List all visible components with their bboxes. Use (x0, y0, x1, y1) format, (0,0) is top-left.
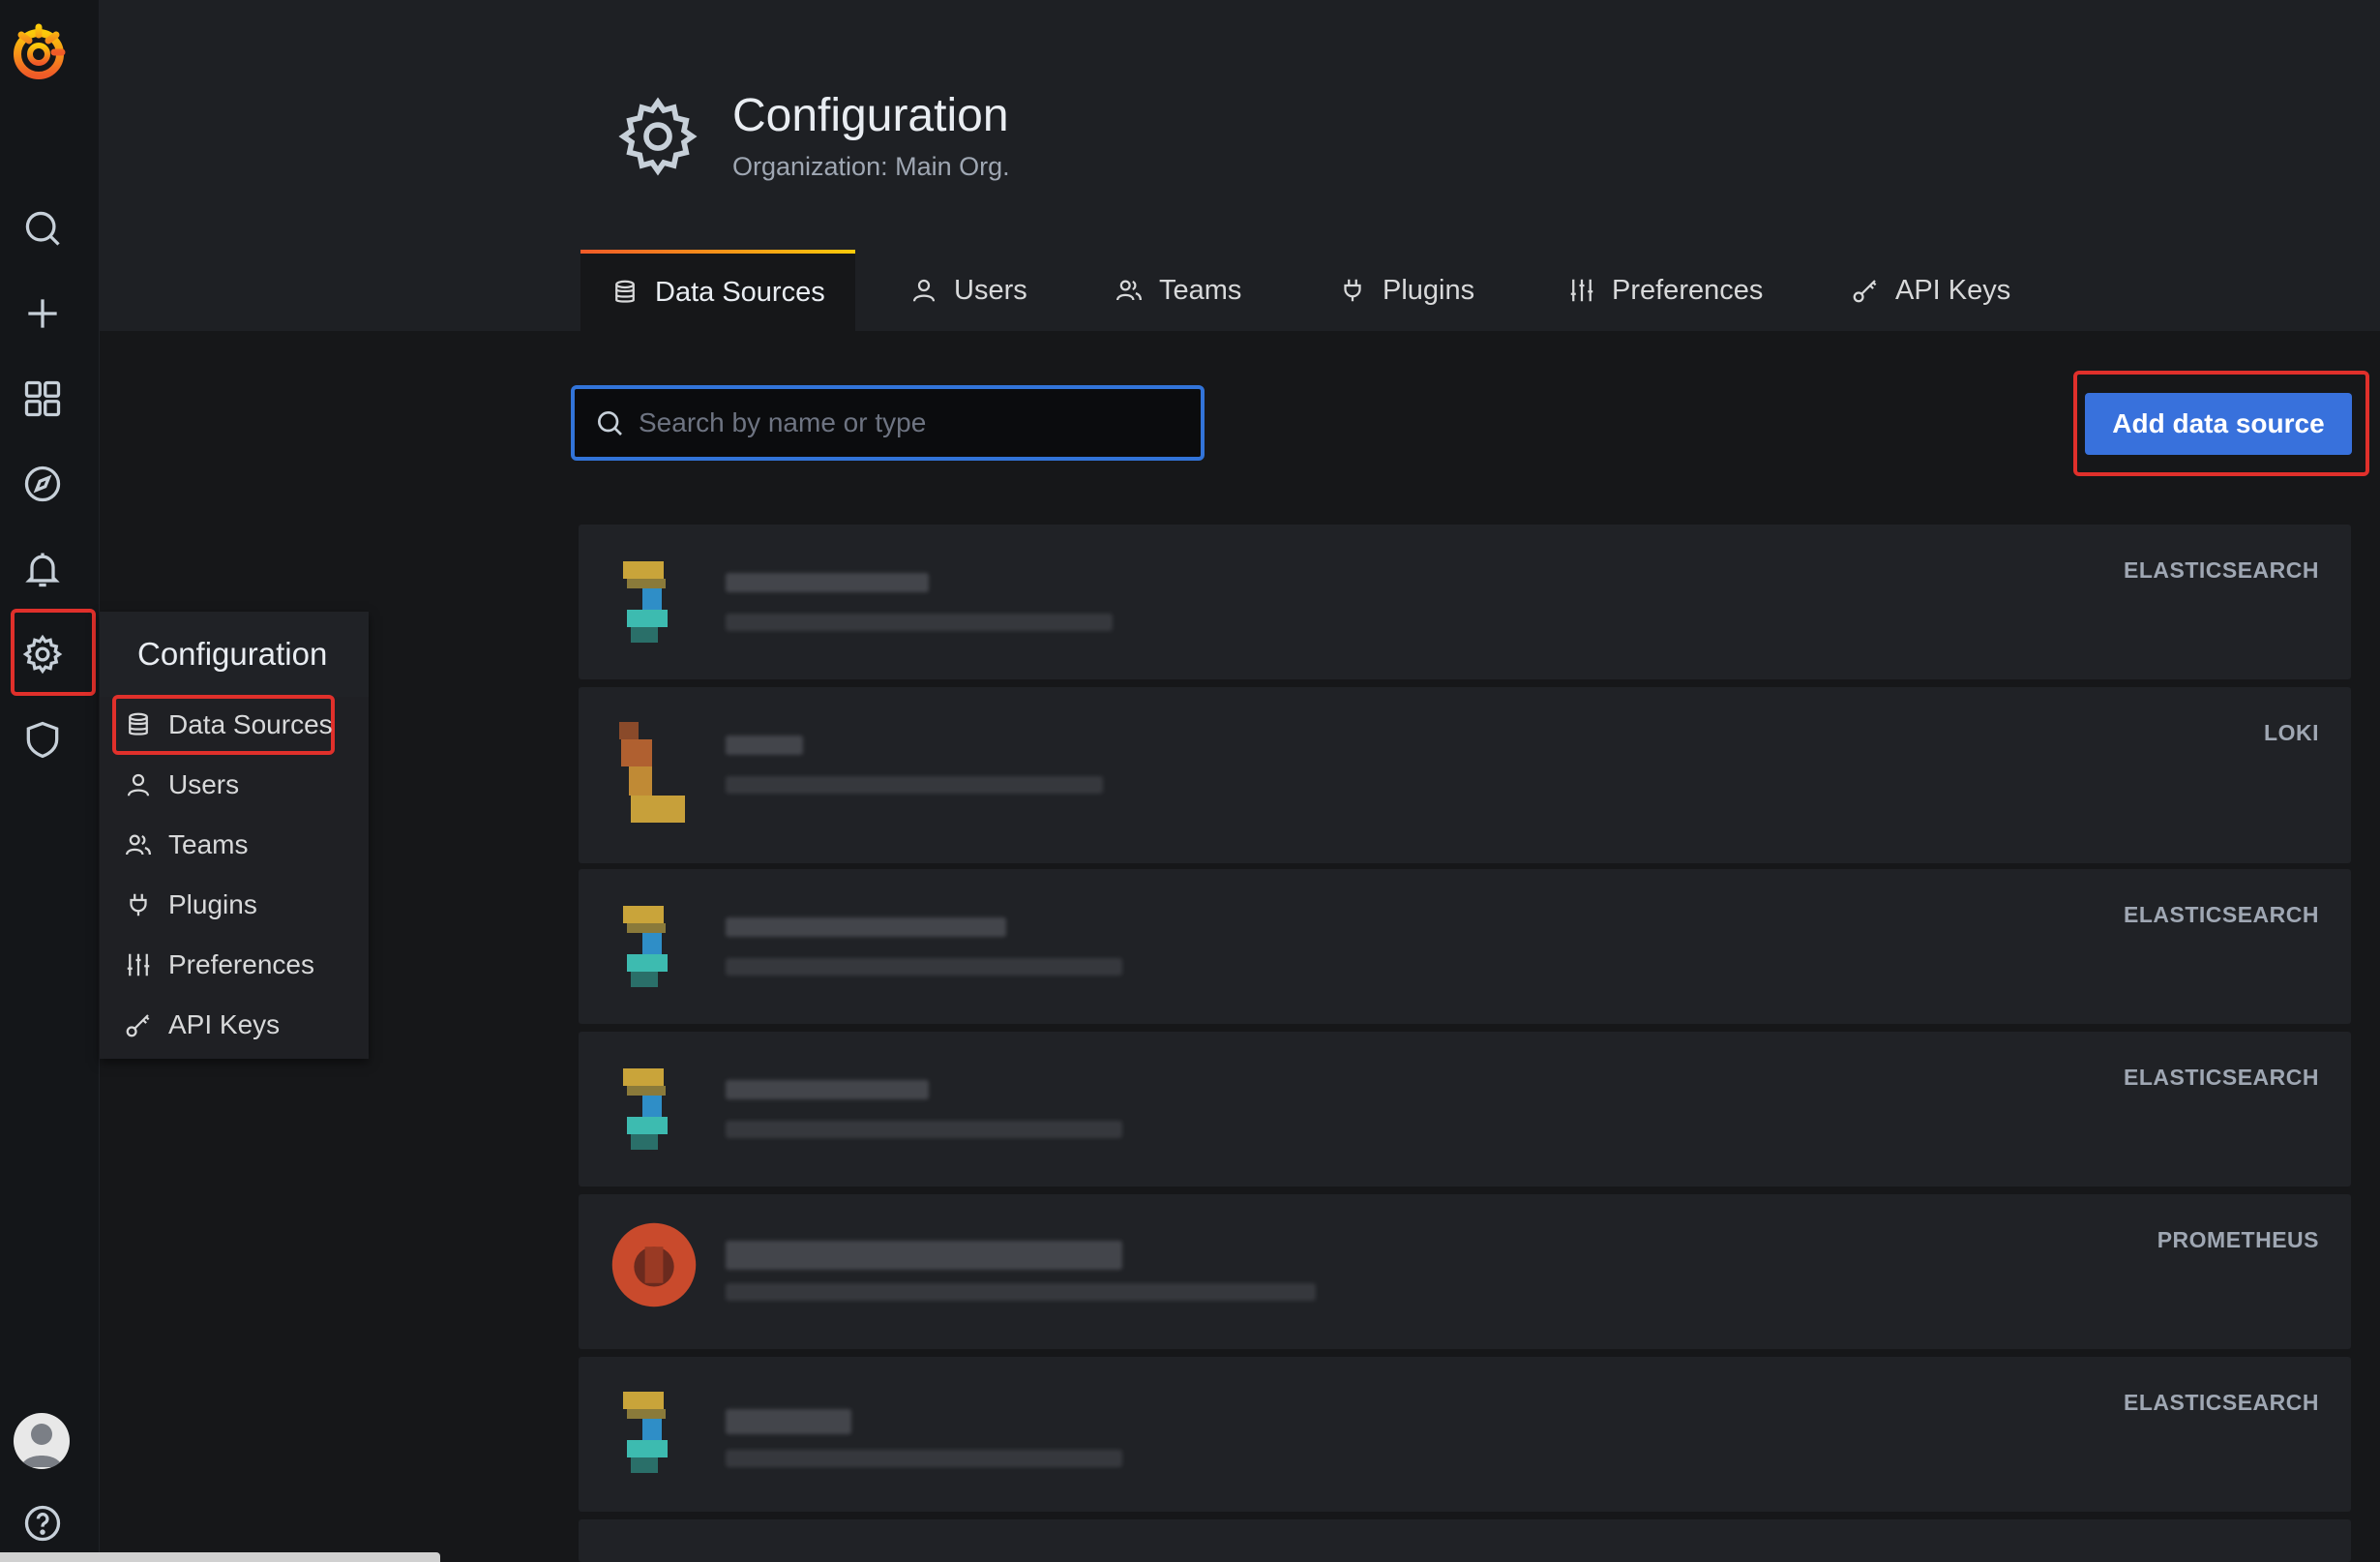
elasticsearch-logo (623, 561, 668, 643)
datasource-card[interactable]: LOKI (579, 687, 2351, 863)
datasource-name-redacted (726, 736, 803, 755)
elasticsearch-logo (623, 906, 668, 987)
users-icon (1116, 280, 1142, 301)
datasource-name-redacted (726, 917, 1006, 937)
datasource-url-redacted (726, 614, 1113, 631)
sliders-icon (1570, 279, 1593, 302)
tab-preferences[interactable]: Preferences (1567, 250, 1763, 331)
datasource-type: LOKI (2264, 720, 2319, 745)
tab-label: Plugins (1383, 274, 1475, 306)
datasource-name-redacted (726, 1080, 929, 1099)
datasource-card[interactable] (579, 1519, 2351, 1562)
plus-icon[interactable] (17, 288, 68, 339)
elasticsearch-logo (623, 1068, 668, 1150)
gear-icon (614, 93, 701, 180)
help-icon[interactable] (17, 1498, 68, 1548)
key-icon (1853, 280, 1877, 303)
datasource-card[interactable]: ELASTICSEARCH (579, 1032, 2351, 1187)
flyout-item-label: Users (168, 769, 240, 799)
sidebar (0, 0, 100, 1562)
prometheus-logo (611, 1222, 697, 1307)
sliders-icon (127, 953, 150, 976)
configuration-flyout-menu: Configuration Data Sources Users Teams P… (100, 612, 369, 1059)
flyout-item-label: Plugins (168, 889, 257, 919)
flyout-item-label: Data Sources (168, 709, 333, 739)
datasource-type: ELASTICSEARCH (2123, 1390, 2319, 1415)
datasource-type: PROMETHEUS (2157, 1227, 2319, 1252)
datasource-type: ELASTICSEARCH (2123, 1065, 2319, 1090)
datasource-name-redacted (726, 1409, 851, 1434)
add-data-source-button[interactable]: Add data source (2085, 393, 2352, 455)
tab-label: Users (954, 274, 1027, 306)
explore-icon[interactable] (17, 459, 68, 509)
flyout-item-users[interactable]: Users (120, 758, 352, 812)
user-icon (912, 279, 936, 302)
tab-teams[interactable]: Teams (1115, 250, 1241, 331)
horizontal-scrollbar[interactable] (0, 1552, 440, 1562)
datasource-type: ELASTICSEARCH (2123, 557, 2319, 583)
grafana-logo[interactable] (8, 21, 70, 83)
search-icon[interactable] (17, 203, 68, 254)
search-icon (598, 411, 622, 436)
tab-data-sources[interactable]: Data Sources (580, 250, 855, 331)
datasource-type: ELASTICSEARCH (2123, 902, 2319, 927)
datasource-url-redacted (726, 1450, 1122, 1467)
flyout-item-data-sources[interactable]: Data Sources (120, 698, 352, 752)
datasource-card[interactable]: PROMETHEUS (579, 1194, 2351, 1349)
page-subtitle: Organization: Main Org. (732, 152, 1010, 181)
flyout-item-label: API Keys (168, 1009, 281, 1039)
page-title: Configuration (732, 90, 1009, 141)
datasource-url-redacted (726, 958, 1122, 976)
gear-icon[interactable] (17, 629, 68, 679)
flyout-item-api-keys[interactable]: API Keys (120, 998, 352, 1052)
flyout-item-teams[interactable]: Teams (120, 818, 352, 872)
plug-icon (130, 893, 147, 916)
datasource-card[interactable]: ELASTICSEARCH (579, 1357, 2351, 1512)
tab-label: API Keys (1895, 274, 2011, 306)
datasource-name-redacted (726, 573, 929, 592)
datasource-name-redacted (726, 1241, 1122, 1270)
datasource-url-redacted (726, 1121, 1122, 1138)
tab-label: Data Sources (655, 276, 825, 308)
flyout-item-label: Teams (168, 829, 249, 859)
shield-icon[interactable] (17, 714, 68, 765)
alert-bell-icon[interactable] (17, 544, 68, 594)
datasource-card[interactable]: ELASTICSEARCH (579, 525, 2351, 679)
flyout-item-preferences[interactable]: Preferences (120, 938, 352, 992)
search-input[interactable] (639, 407, 1180, 438)
dashboards-icon[interactable] (17, 374, 68, 424)
tab-label: Preferences (1612, 274, 1764, 306)
key-icon (126, 1014, 150, 1037)
database-icon (129, 712, 148, 736)
flyout-item-label: Preferences (168, 949, 314, 979)
search-box[interactable] (571, 385, 1205, 461)
elasticsearch-logo (623, 1392, 668, 1473)
tab-plugins[interactable]: Plugins (1338, 250, 1474, 331)
tab-label: Teams (1159, 274, 1242, 306)
datasource-card[interactable]: ELASTICSEARCH (579, 869, 2351, 1024)
plug-icon (1344, 279, 1361, 302)
loki-logo (619, 722, 685, 823)
datasource-url-redacted (726, 1283, 1316, 1301)
datasource-url-redacted (726, 776, 1103, 794)
database-icon (615, 280, 635, 303)
users-icon (126, 834, 151, 856)
flyout-item-plugins[interactable]: Plugins (120, 878, 352, 932)
user-icon (127, 773, 150, 796)
avatar[interactable] (14, 1413, 70, 1469)
tab-api-keys[interactable]: API Keys (1851, 250, 2010, 331)
flyout-header[interactable]: Configuration (100, 612, 369, 697)
tab-users[interactable]: Users (909, 250, 1027, 331)
